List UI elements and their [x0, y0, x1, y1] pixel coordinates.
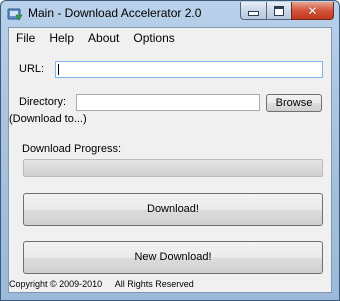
menu-file[interactable]: File [9, 28, 42, 49]
title-bar[interactable]: Main - Download Accelerator 2.0 ✕ [1, 1, 339, 27]
directory-input[interactable] [76, 94, 260, 111]
app-icon [7, 8, 23, 21]
close-icon: ✕ [307, 3, 318, 18]
progress-label: Download Progress: [22, 143, 122, 155]
minimize-button[interactable] [240, 2, 266, 20]
menu-bar: File Help About Options [9, 28, 331, 49]
url-label: URL: [19, 63, 45, 75]
url-input[interactable] [55, 61, 323, 78]
text-caret [58, 64, 59, 75]
download-progress-bar [23, 159, 323, 177]
menu-help[interactable]: Help [42, 28, 81, 49]
browse-button[interactable]: Browse [266, 94, 322, 112]
client-area: File Help About Options URL: Directory: … [8, 27, 332, 293]
close-button[interactable]: ✕ [291, 2, 334, 20]
rights-text: All Rights Reserved [114, 279, 194, 289]
main-window: Main - Download Accelerator 2.0 ✕ File H… [0, 0, 340, 301]
download-button[interactable]: Download! [23, 193, 323, 226]
directory-hint: (Download to...) [9, 113, 87, 125]
new-download-button[interactable]: New Download! [23, 241, 323, 274]
window-controls: ✕ [240, 2, 334, 21]
copyright-text: Copyright © 2009-2010 [9, 279, 103, 289]
menu-about[interactable]: About [81, 28, 126, 49]
directory-label: Directory: [19, 96, 67, 108]
window-title: Main - Download Accelerator 2.0 [28, 6, 202, 20]
maximize-button[interactable] [266, 2, 291, 20]
maximize-icon [274, 5, 284, 16]
minimize-icon [248, 11, 259, 16]
menu-options[interactable]: Options [126, 28, 181, 49]
footer: Copyright © 2009-2010 All Rights Reserve… [9, 279, 194, 289]
